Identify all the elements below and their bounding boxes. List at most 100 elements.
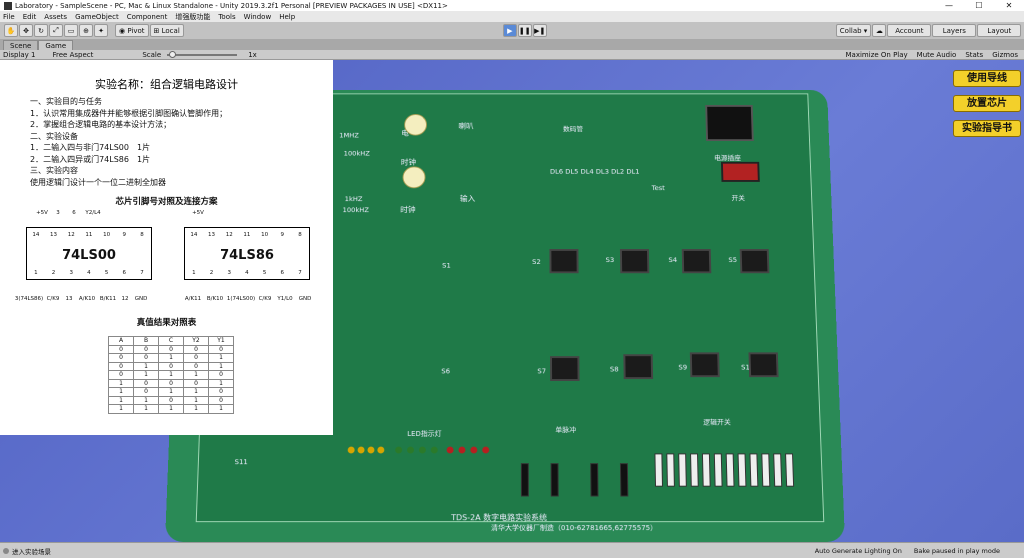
frequency-knob-1[interactable]: [404, 113, 428, 136]
logic-switch-k9[interactable]: [678, 453, 687, 487]
scale-slider[interactable]: [167, 50, 238, 58]
place-chip-button[interactable]: 放置芯片: [953, 95, 1021, 112]
table-cell: 1: [108, 378, 134, 388]
play-button[interactable]: ▶: [502, 24, 517, 37]
chip1-top-label: 3: [56, 210, 60, 216]
power-socket[interactable]: [705, 105, 754, 142]
menu-help[interactable]: Help: [279, 13, 295, 21]
scale-value: 1x: [248, 50, 257, 59]
maximize-button[interactable]: ☐: [964, 0, 994, 11]
logic-switch-k10[interactable]: [666, 453, 675, 487]
table-header-cell: A: [108, 336, 134, 346]
led-l3: [446, 446, 454, 454]
logic-switch-k6[interactable]: [713, 453, 723, 487]
logic-switch-k5[interactable]: [725, 453, 735, 487]
pause-button[interactable]: ❚❚: [517, 24, 532, 37]
menu-gameobject[interactable]: GameObject: [75, 13, 119, 21]
stats-toggle[interactable]: Stats: [962, 51, 983, 59]
pin-number: 3: [69, 270, 73, 276]
chip1-bottom-label: 12: [121, 296, 129, 302]
scale-tool-button[interactable]: ⤢: [49, 24, 63, 37]
minimize-button[interactable]: —: [934, 0, 964, 11]
truth-table-heading: 真值结果对照表: [136, 318, 197, 328]
led-l0: [482, 446, 490, 454]
chip2-top-pins: 14 13 12 11 10 9 8: [185, 232, 309, 238]
ic-socket-s8[interactable]: [623, 354, 654, 380]
ic-socket-s7[interactable]: [550, 356, 580, 381]
display-dropdown[interactable]: Display 1: [0, 51, 35, 59]
table-row: 00000: [108, 344, 234, 354]
rotate-tool-button[interactable]: ↻: [34, 24, 48, 37]
power-switch[interactable]: [720, 161, 760, 182]
table-row: 10001: [108, 378, 234, 388]
rect-tool-button[interactable]: ▭: [64, 24, 78, 37]
hand-tool-button[interactable]: ✋: [4, 24, 18, 37]
transform-tool-button[interactable]: ⊕: [79, 24, 93, 37]
bake-status: Bake paused in play mode: [913, 546, 1000, 555]
logic-switch-k1[interactable]: [773, 453, 783, 487]
step-button[interactable]: ▶❚: [532, 24, 547, 37]
pulse-button-1[interactable]: [520, 463, 529, 497]
logic-switch-k3[interactable]: [749, 453, 759, 487]
auto-lighting-status: Auto Generate Lighting On: [814, 546, 902, 555]
layout-dropdown[interactable]: Layout: [977, 24, 1022, 37]
table-cell: 1: [208, 361, 234, 371]
socket-label-s7: S7: [537, 367, 547, 376]
menu-tools[interactable]: Tools: [218, 13, 235, 21]
model-label: TDS-2A 数字电路实验系统: [451, 513, 548, 523]
chip2-name: 74LS86: [220, 248, 274, 263]
aspect-dropdown[interactable]: Free Aspect: [49, 51, 93, 59]
ic-socket-s9[interactable]: [689, 352, 720, 378]
move-tool-button[interactable]: ✥: [19, 24, 33, 37]
layers-dropdown[interactable]: Layers: [932, 24, 977, 37]
local-button[interactable]: ⊞ Local: [149, 24, 184, 37]
table-header-cell: C: [158, 336, 184, 346]
account-dropdown[interactable]: Account: [887, 24, 932, 37]
cloud-icon[interactable]: ☁: [872, 24, 887, 37]
frequency-knob-2[interactable]: [402, 166, 426, 189]
maximize-on-play-toggle[interactable]: Maximize On Play: [843, 51, 908, 59]
instruction-line: 一、实验目的与任务: [30, 97, 102, 106]
view-tabs: Scene Game: [0, 39, 1024, 50]
pulse-button-4[interactable]: [619, 463, 629, 497]
socket-label-s2: S2: [532, 258, 541, 266]
use-wire-button[interactable]: 使用导线: [953, 70, 1021, 87]
collab-dropdown[interactable]: Collab ▾: [835, 24, 872, 37]
tab-scene[interactable]: Scene: [3, 40, 39, 50]
tab-game[interactable]: Game: [38, 40, 74, 50]
ic-socket-s5[interactable]: [739, 249, 770, 274]
ic-socket-s2[interactable]: [549, 249, 579, 274]
menu-enhanced[interactable]: 增强版功能: [175, 12, 210, 22]
menu-assets[interactable]: Assets: [44, 13, 67, 21]
close-button[interactable]: ✕: [994, 0, 1024, 11]
status-bar: 进入实验场景 Auto Generate Lighting On Bake pa…: [0, 542, 1024, 558]
logic-switch-k2[interactable]: [761, 453, 771, 487]
custom-tool-button[interactable]: ✦: [94, 24, 108, 37]
scale-slider-thumb[interactable]: [169, 50, 177, 58]
title-bar: Laboratory - SampleScene - PC, Mac & Lin…: [0, 0, 1024, 11]
menu-component[interactable]: Component: [127, 13, 168, 21]
logic-switch-k0[interactable]: [785, 453, 795, 487]
led-l4: [430, 446, 438, 454]
menu-window[interactable]: Window: [244, 13, 272, 21]
logic-switch-k7[interactable]: [701, 453, 711, 487]
pin-number: 13: [50, 232, 58, 238]
ic-socket-s4[interactable]: [681, 249, 712, 274]
table-row: 00101: [108, 353, 234, 363]
chip2-bottom-pins: 1 2 3 4 5 6 7: [185, 270, 309, 276]
pulse-button-2[interactable]: [550, 463, 559, 497]
logic-switch-k8[interactable]: [690, 453, 699, 487]
menu-edit[interactable]: Edit: [23, 13, 37, 21]
pulse-button-3[interactable]: [590, 463, 599, 497]
ic-socket-s10[interactable]: [748, 352, 779, 378]
logic-switch-k4[interactable]: [737, 453, 747, 487]
chip2-top-label: +5V: [192, 210, 204, 216]
menu-file[interactable]: File: [3, 13, 15, 21]
experiment-guide-button[interactable]: 实验指导书: [953, 120, 1021, 137]
logic-switch-k11[interactable]: [654, 453, 663, 487]
pivot-button[interactable]: ◉ Pivot: [115, 24, 149, 37]
mute-audio-toggle[interactable]: Mute Audio: [914, 51, 957, 59]
chip2-bottom-label: A/K11: [184, 296, 202, 302]
ic-socket-s3[interactable]: [619, 249, 650, 274]
gizmos-dropdown[interactable]: Gizmos: [989, 51, 1018, 59]
